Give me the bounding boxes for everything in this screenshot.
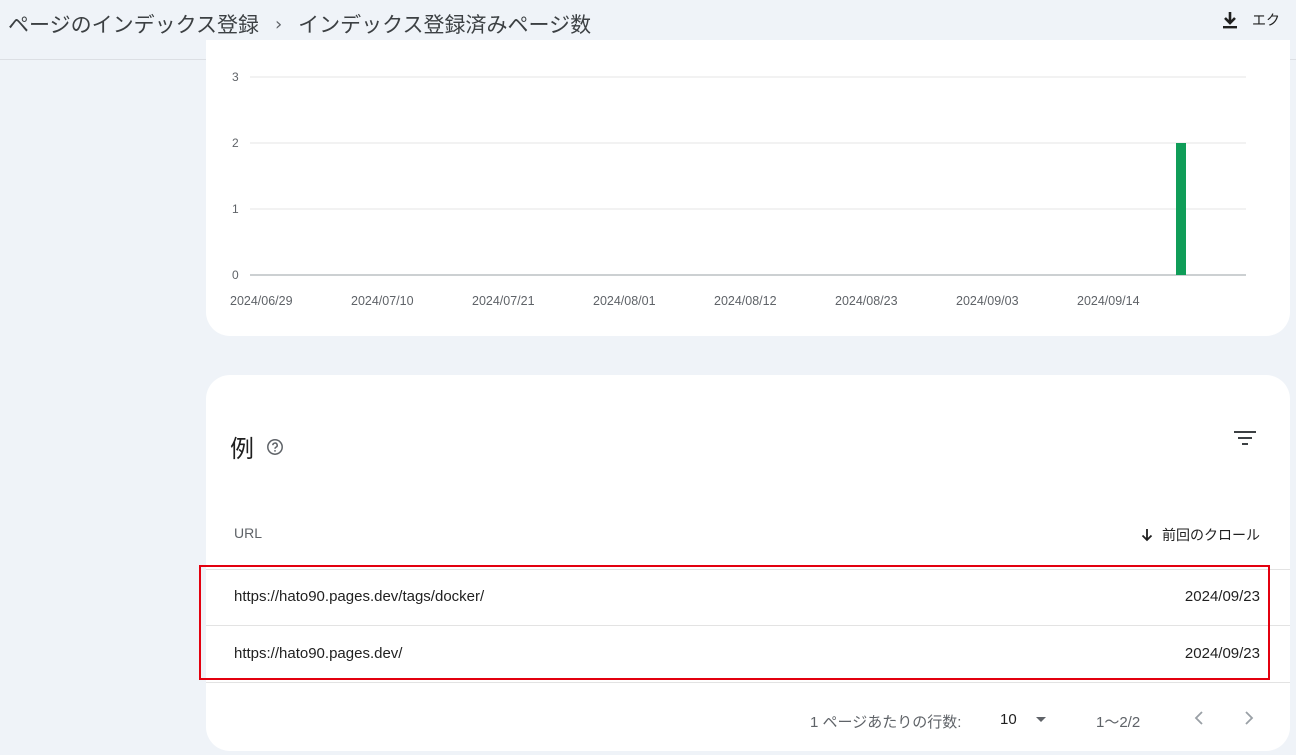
y-tick-label: 2	[232, 136, 239, 150]
table-row[interactable]: https://hato90.pages.dev/ 2024/09/23	[206, 627, 1290, 683]
export-label: エク	[1252, 13, 1280, 29]
examples-card: 例 URL 前回のクロール https://hato90.pages.dev/t…	[206, 375, 1290, 751]
x-tick-label: 2024/07/21	[472, 294, 535, 308]
row-date: 2024/09/23	[1184, 588, 1260, 605]
examples-title-text: 例	[230, 435, 254, 463]
column-header-last-crawl[interactable]: 前回のクロール	[1140, 525, 1260, 545]
y-tick-label: 3	[232, 70, 239, 84]
chart-card: 0 1 2 3 2024/06/29 2024/07/10 2024/07/21 2024/0…	[206, 40, 1290, 336]
row-url[interactable]: https://hato90.pages.dev/	[234, 645, 402, 662]
x-tick-label: 2024/07/10	[351, 294, 414, 308]
row-url[interactable]: https://hato90.pages.dev/tags/docker/	[234, 588, 484, 605]
rows-per-page-value: 10	[1000, 711, 1017, 728]
breadcrumb: ページのインデックス登録 › インデックス登録済みページ数	[8, 8, 591, 40]
examples-title: 例	[230, 429, 284, 464]
download-icon	[1223, 12, 1237, 29]
rows-per-page-label: 1 ページあたりの行数:	[810, 714, 962, 731]
y-tick-label: 1	[232, 202, 239, 216]
row-date: 2024/09/23	[1184, 645, 1260, 662]
chevron-left-icon	[1194, 711, 1203, 725]
page-range: 1〜2/2	[1096, 714, 1141, 731]
pagination: 1 ページあたりの行数: 10 1〜2/2	[206, 711, 1290, 735]
next-page-button[interactable]	[1242, 709, 1256, 731]
x-tick-label: 2024/08/01	[593, 294, 656, 308]
previous-page-button[interactable]	[1192, 709, 1206, 731]
y-tick-label: 0	[232, 268, 239, 282]
x-tick-label: 2024/09/14	[1077, 294, 1140, 308]
x-tick-label: 2024/06/29	[230, 294, 293, 308]
table-row[interactable]: https://hato90.pages.dev/tags/docker/ 20…	[206, 570, 1290, 626]
x-tick-label: 2024/08/23	[835, 294, 898, 308]
rows-per-page-select[interactable]: 10	[1000, 711, 1047, 728]
indexed-pages-chart: 0 1 2 3 2024/06/29 2024/07/10 2024/07/21 2024/0…	[230, 70, 1246, 308]
dropdown-arrow-icon	[1035, 716, 1046, 722]
help-icon[interactable]	[266, 438, 284, 456]
column-header-last-crawl-label: 前回のクロール	[1162, 527, 1260, 543]
chevron-right-icon	[1245, 711, 1254, 725]
breadcrumb-current: インデックス登録済みページ数	[298, 13, 592, 37]
x-tick-label: 2024/08/12	[714, 294, 777, 308]
breadcrumb-separator: ›	[274, 13, 283, 35]
chart-bar[interactable]	[1176, 143, 1186, 275]
column-header-url: URL	[234, 525, 263, 541]
filter-icon[interactable]	[1232, 427, 1258, 453]
breadcrumb-parent-link[interactable]: ページのインデックス登録	[8, 9, 259, 39]
x-tick-label: 2024/09/03	[956, 294, 1019, 308]
sort-arrow-down-icon	[1141, 529, 1153, 542]
export-button[interactable]: エク	[1222, 10, 1280, 30]
